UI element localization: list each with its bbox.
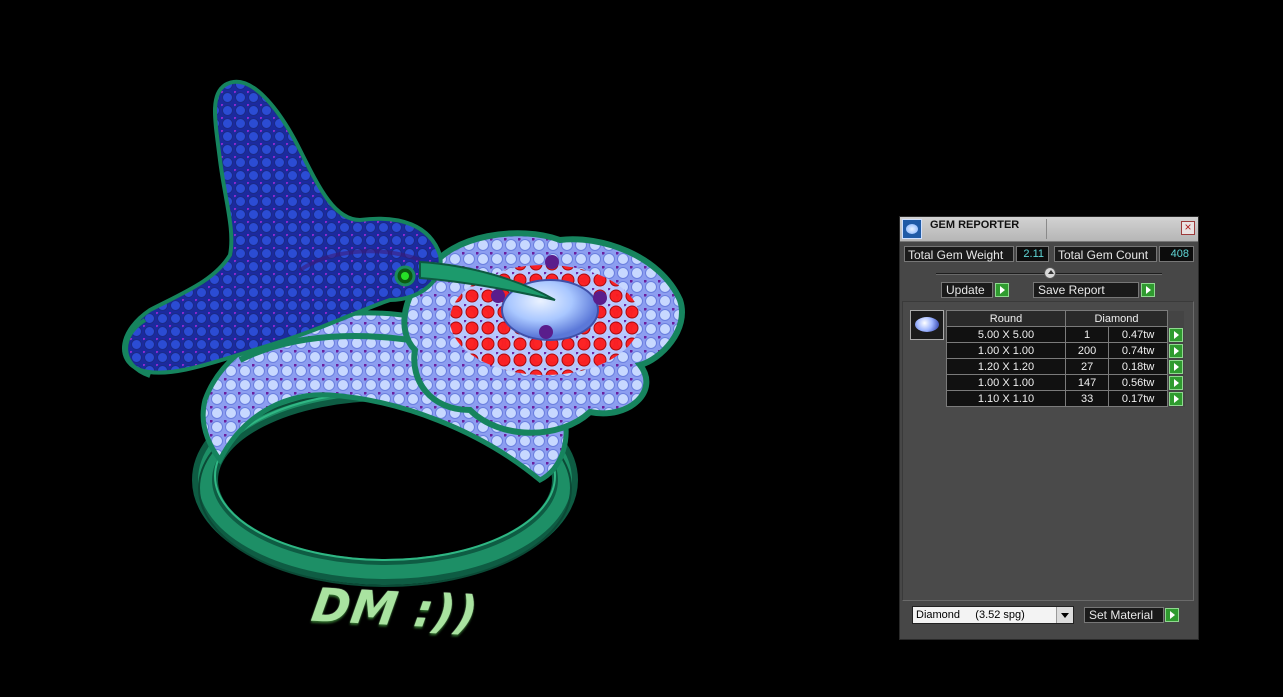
gem-count: 27: [1064, 358, 1110, 375]
gem-list-area: Round Diamond 5.00 X 5.00 1 0.47tw 1.00 …: [902, 301, 1194, 601]
save-report-go-button[interactable]: [1141, 283, 1155, 297]
chevron-down-icon[interactable]: [1056, 607, 1073, 623]
set-material-button[interactable]: Set Material: [1084, 607, 1164, 623]
gem-table: Round Diamond 5.00 X 5.00 1 0.47tw 1.00 …: [946, 310, 1185, 407]
gem-size: 1.00 X 1.00: [946, 342, 1066, 359]
update-label: Update: [946, 283, 985, 297]
set-material-label: Set Material: [1089, 608, 1154, 622]
panel-title: GEM REPORTER: [930, 219, 1020, 231]
gem-size: 1.20 X 1.20: [946, 358, 1066, 375]
close-button[interactable]: ×: [1181, 221, 1195, 235]
table-row: 1.00 X 1.00 200 0.74tw: [946, 342, 1185, 359]
row-go-button[interactable]: [1169, 327, 1183, 342]
material-header: Diamond: [1065, 310, 1168, 327]
update-button[interactable]: Update: [941, 282, 993, 298]
gem-size: 1.00 X 1.00: [946, 374, 1066, 391]
total-weight-value: 2.11: [1016, 246, 1049, 262]
gem-count: 200: [1064, 342, 1110, 359]
shape-header: Round: [946, 310, 1066, 327]
gem-weight: 0.17tw: [1108, 390, 1168, 407]
round-gem-icon[interactable]: [910, 310, 944, 340]
3d-viewport[interactable]: DM :)): [0, 0, 890, 697]
table-row: 5.00 X 5.00 1 0.47tw: [946, 326, 1185, 343]
panel-titlebar[interactable]: GEM REPORTER ×: [900, 217, 1198, 242]
gem-weight: 0.18tw: [1108, 358, 1168, 375]
gem-reporter-icon: [902, 219, 922, 239]
gem-reporter-panel: GEM REPORTER × Total Gem Weight 2.11 Tot…: [899, 216, 1199, 640]
row-go-button[interactable]: [1169, 343, 1183, 358]
gem-weight: 0.47tw: [1108, 326, 1168, 343]
gem-count: 33: [1064, 390, 1110, 407]
row-go-button[interactable]: [1169, 391, 1183, 406]
table-row: 1.00 X 1.00 147 0.56tw: [946, 374, 1185, 391]
gem-weight: 0.56tw: [1108, 374, 1168, 391]
gem-count: 147: [1064, 374, 1110, 391]
collapse-toggle[interactable]: [1044, 267, 1056, 279]
row-go-button[interactable]: [1169, 359, 1183, 374]
total-weight-label: Total Gem Weight: [904, 246, 1014, 262]
row-go-button[interactable]: [1169, 375, 1183, 390]
total-count-value: 408: [1159, 246, 1194, 262]
save-report-button[interactable]: Save Report: [1033, 282, 1139, 298]
table-row: 1.10 X 1.10 33 0.17tw: [946, 390, 1185, 407]
gem-size: 1.10 X 1.10: [946, 390, 1066, 407]
gem-size: 5.00 X 5.00: [946, 326, 1066, 343]
table-row: 1.20 X 1.20 27 0.18tw: [946, 358, 1185, 375]
set-material-go-button[interactable]: [1165, 608, 1179, 622]
title-separator: [1046, 219, 1047, 239]
gem-count: 1: [1064, 326, 1110, 343]
update-go-button[interactable]: [995, 283, 1009, 297]
material-select[interactable]: Diamond (3.52 spg): [912, 606, 1074, 624]
watermark-text: DM :)): [308, 577, 483, 641]
material-select-value: Diamond (3.52 spg): [916, 609, 1025, 621]
save-report-label: Save Report: [1038, 283, 1105, 297]
total-count-label: Total Gem Count: [1054, 246, 1157, 262]
gem-weight: 0.74tw: [1108, 342, 1168, 359]
